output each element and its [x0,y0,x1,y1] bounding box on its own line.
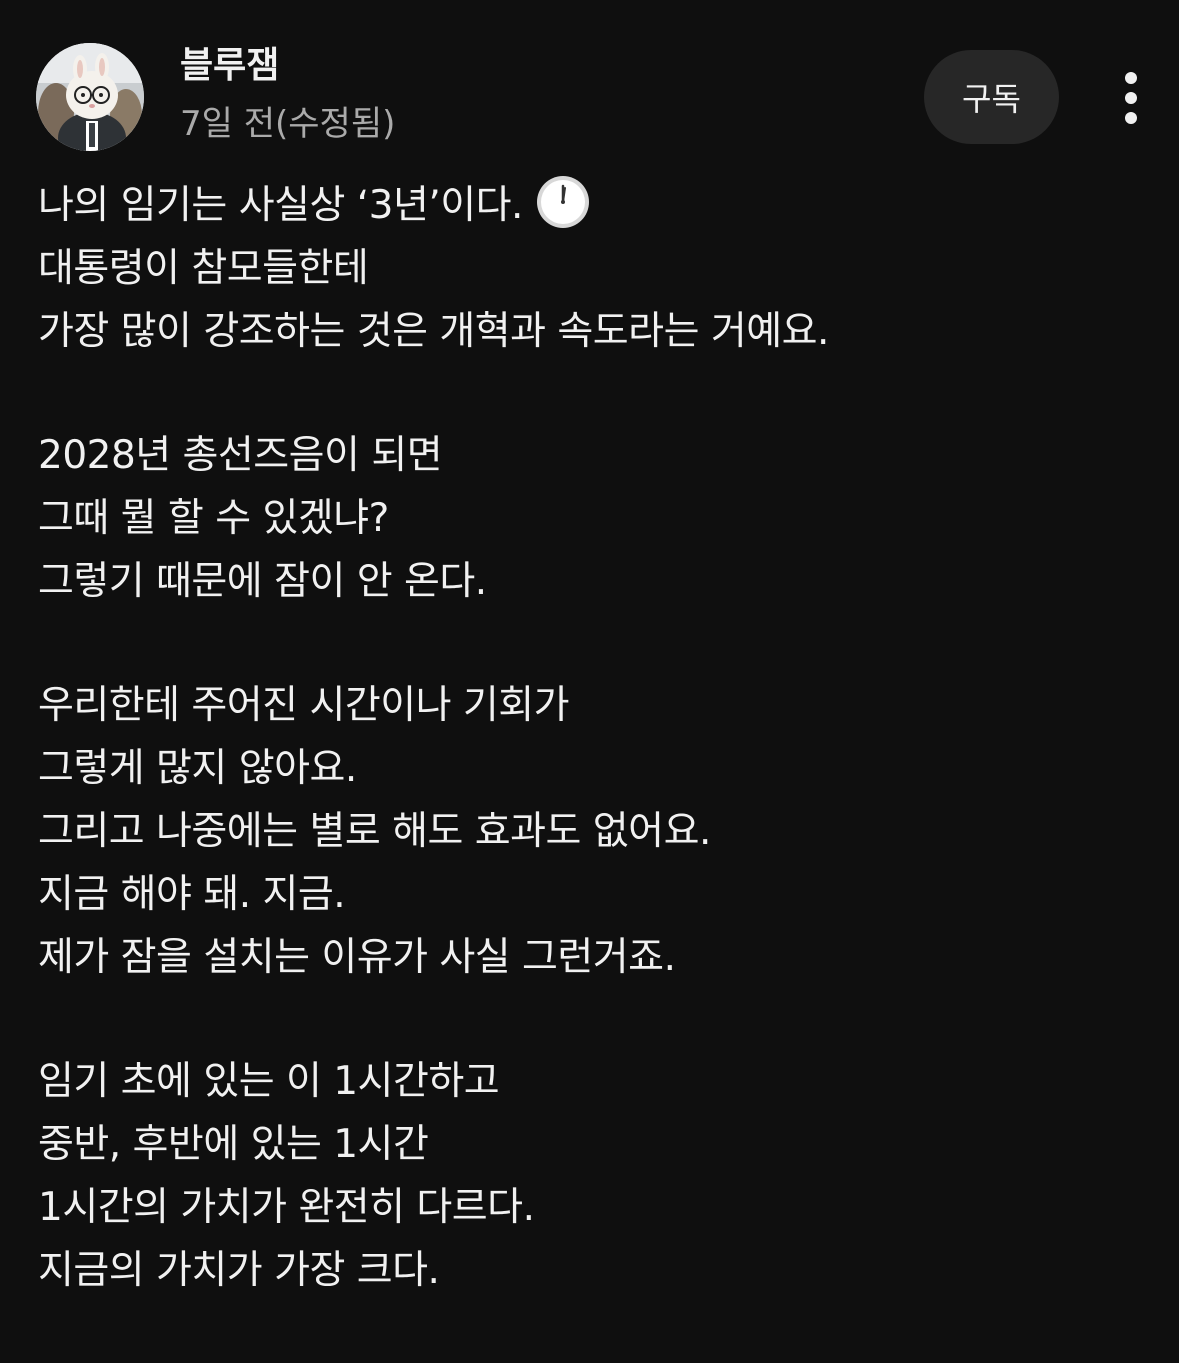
post-body: 나의 임기는 사실상 ‘3년’이다. 대통령이 참모들한테 가장 많이 강조하는… [38,174,1158,1363]
text-span: 나의 임기는 사실상 ‘3년’이다. [38,183,523,228]
paragraph: 우리한테 주어진 시간이나 기회가 그렇게 많지 않아요. 그리고 나중에는 별… [38,674,1158,989]
avatar[interactable] [36,43,144,151]
text-line: 임기 초에 있는 이 1시간하고 [38,1059,500,1104]
post-header: 블루잼 7일 전(수정됨) 구독 [0,0,1179,160]
clock-icon [536,176,589,228]
text-line: 지금의 가치가 가장 크다. [38,1248,440,1293]
community-post: 블루잼 7일 전(수정됨) 구독 나의 임기는 사실상 ‘3년’이다. 대통령이… [0,0,1179,1335]
author-name[interactable]: 블루잼 [180,44,279,88]
paragraph: 2028년 총선즈음이 되면 그때 뭘 할 수 있겠냐? 그렇기 때문에 잠이 … [38,424,1158,613]
dot [1125,112,1137,124]
text-line: 우리한테 주어진 시간이나 기회가 [38,683,570,728]
avatar-image [36,43,144,151]
text-line: 그렇기 때문에 잠이 안 온다. [38,559,487,604]
text-line: 그때 뭘 할 수 있겠냐? [38,496,389,541]
dot [1125,72,1137,84]
text-line: 지금 해야 돼. 지금. [38,872,346,917]
subscribe-button[interactable]: 구독 [924,50,1059,144]
text-line: 1시간의 가치가 완전히 다르다. [38,1185,535,1230]
paragraph: 나의 임기는 사실상 ‘3년’이다. 대통령이 참모들한테 가장 많이 강조하는… [38,174,1158,363]
post-timestamp: 7일 전(수정됨) [180,104,396,144]
more-options-icon[interactable] [1106,68,1156,128]
text-line: 대통령이 참모들한테 [38,246,369,291]
text-line: 그렇게 많지 않아요. [38,746,357,791]
text-line: 나의 임기는 사실상 ‘3년’이다. [38,174,1158,237]
text-line: 2028년 총선즈음이 되면 [38,433,443,478]
text-line: 중반, 후반에 있는 1시간 [38,1122,429,1167]
dot [1125,92,1137,104]
text-line: 그리고 나중에는 별로 해도 효과도 없어요. [38,809,711,854]
text-line: 가장 많이 강조하는 것은 개혁과 속도라는 거예요. [38,309,829,354]
paragraph: 임기 초에 있는 이 1시간하고 중반, 후반에 있는 1시간 1시간의 가치가… [38,1050,1158,1302]
text-line: 제가 잠을 설치는 이유가 사실 그런거죠. [38,935,676,980]
